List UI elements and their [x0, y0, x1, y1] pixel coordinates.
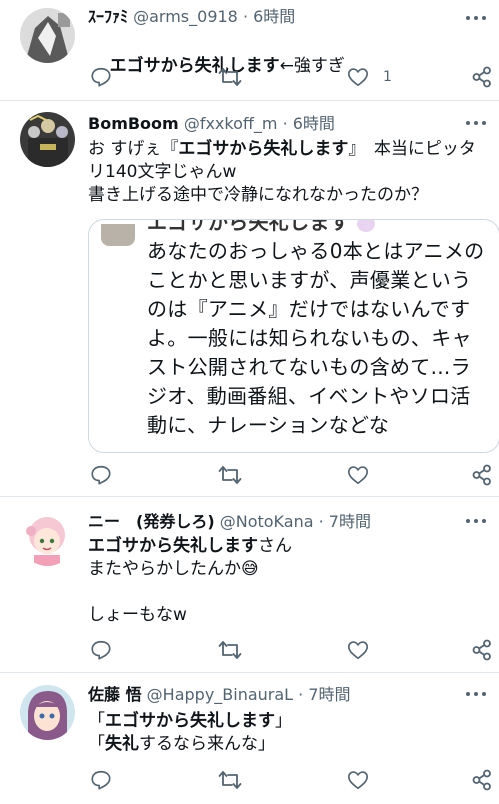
- text: さん: [258, 536, 292, 556]
- user-handle[interactable]: @fxxkoff_m: [184, 114, 278, 133]
- tweet-header: ニー (発券しろ) @NotoKana · 7時間: [88, 512, 371, 532]
- display-name[interactable]: 佐藤 悟: [88, 685, 142, 704]
- tweet-header: ｽｰﾌｧﾐ @arms_0918 · 6時間: [88, 7, 295, 27]
- timestamp[interactable]: 7時間: [329, 512, 371, 531]
- user-handle[interactable]: @Happy_BinauraL: [147, 685, 293, 704]
- display-name[interactable]: BomBoom: [88, 114, 179, 133]
- action-bar: [88, 463, 493, 487]
- tweet-2[interactable]: BomBoom @fxxkoff_m · 6時間 お すげぇ『エゴサから失礼しま…: [0, 101, 499, 497]
- text: お すげぇ『: [88, 139, 179, 159]
- action-bar: [88, 768, 493, 792]
- timestamp[interactable]: 6時間: [293, 114, 335, 133]
- tweet-text: 「エゴサから失礼します」 「失礼するなら来んな」: [88, 710, 483, 756]
- text: 「: [88, 711, 105, 731]
- retweet-icon[interactable]: [218, 65, 242, 89]
- quoted-tweet[interactable]: エゴサから失礼します あなたのおっしゃる0本とはアニメのことかと思いますが、声優…: [88, 219, 499, 453]
- text: 「: [88, 734, 105, 754]
- separator: ·: [313, 512, 329, 531]
- display-name[interactable]: ニー (発券しろ): [88, 512, 215, 531]
- tweet-1[interactable]: ｽｰﾌｧﾐ @arms_0918 · 6時間 エゴサから失礼します←強すぎ 1: [0, 0, 499, 101]
- user-handle[interactable]: @NotoKana: [220, 512, 314, 531]
- tweet-header: BomBoom @fxxkoff_m · 6時間: [88, 114, 335, 134]
- action-bar: [88, 638, 493, 662]
- text-line-1: お すげぇ『エゴサから失礼します』 本当にピッタ: [88, 138, 491, 161]
- display-name[interactable]: ｽｰﾌｧﾐ: [88, 7, 128, 26]
- like-count: 1: [383, 69, 392, 85]
- share-icon[interactable]: [472, 65, 492, 89]
- timestamp[interactable]: 6時間: [253, 7, 295, 26]
- retweet-icon[interactable]: [218, 768, 242, 792]
- tweet-header: 佐藤 悟 @Happy_BinauraL · 7時間: [88, 685, 351, 705]
- text-line-2: 「失礼するなら来んな」: [88, 733, 483, 756]
- retweet-icon[interactable]: [218, 463, 242, 487]
- text: 』 本当にピッタ: [348, 139, 476, 159]
- avatar-image: [20, 511, 75, 566]
- avatar[interactable]: [20, 685, 75, 740]
- like-icon[interactable]: [347, 66, 369, 88]
- avatar-image: [20, 8, 75, 63]
- avatar[interactable]: [20, 511, 75, 566]
- avatar-image: [20, 685, 75, 740]
- like-icon[interactable]: [347, 463, 369, 487]
- quoted-avatar: [101, 224, 135, 246]
- text-line-3: 書き上げる途中で冷静になれなかったのか？: [88, 185, 428, 205]
- tweet-text: お すげぇ『エゴサから失礼します』 本当にピッタ リ140文字じゃんw 書き上げ…: [88, 138, 491, 207]
- text-line-2: またやらかしたんか😅: [88, 558, 483, 581]
- more-icon[interactable]: [463, 10, 489, 26]
- text: またやらかしたんか: [88, 559, 241, 579]
- like-button[interactable]: 1: [347, 65, 392, 89]
- like-icon[interactable]: [347, 638, 369, 662]
- tweet-4[interactable]: 佐藤 悟 @Happy_BinauraL · 7時間 「エゴサから失礼します」 …: [0, 673, 499, 804]
- quoted-header: エゴサから失礼します: [147, 219, 489, 237]
- action-bar: 1: [88, 65, 493, 89]
- avatar[interactable]: [20, 8, 75, 63]
- text: するなら来んな」: [139, 734, 275, 754]
- separator: ·: [237, 7, 254, 26]
- text: 」: [275, 711, 292, 731]
- more-icon[interactable]: [463, 513, 489, 529]
- text-line-2: リ140文字じゃんw: [88, 162, 237, 182]
- separator: ·: [293, 685, 309, 704]
- text-bold: エゴサから失礼します: [105, 711, 275, 731]
- text-line-1: 「エゴサから失礼します」: [88, 710, 483, 733]
- text-line-3: [88, 581, 483, 604]
- sweat-smile-emoji: 😅: [241, 559, 259, 579]
- reply-icon[interactable]: [90, 65, 112, 89]
- quoted-tweet-text: エゴサから失礼します あなたのおっしゃる0本とはアニメのことかと思いますが、声優…: [147, 219, 489, 440]
- quoted-author: エゴサから失礼します: [147, 219, 350, 234]
- text-line-4: しょーもなw: [88, 605, 187, 625]
- reply-icon[interactable]: [90, 768, 112, 792]
- text-line-1: エゴサから失礼しますさん: [88, 535, 483, 558]
- share-icon[interactable]: [472, 463, 492, 487]
- share-icon[interactable]: [472, 768, 492, 792]
- more-icon[interactable]: [463, 686, 489, 702]
- avatar-image: [20, 112, 75, 167]
- retweet-icon[interactable]: [218, 638, 242, 662]
- timestamp[interactable]: 7時間: [308, 685, 350, 704]
- quoted-body: あなたのおっしゃる0本とはアニメのことかと思いますが、声優業というのは『アニメ』…: [147, 239, 485, 437]
- more-icon[interactable]: [463, 115, 489, 131]
- like-icon[interactable]: [347, 768, 369, 792]
- user-handle[interactable]: @arms_0918: [133, 7, 238, 26]
- share-icon[interactable]: [472, 638, 492, 662]
- text-bold: エゴサから失礼します: [178, 139, 349, 159]
- quoted-author-emoji: [357, 220, 376, 232]
- avatar[interactable]: [20, 112, 75, 167]
- text-bold: エゴサから失礼します: [88, 536, 258, 556]
- reply-icon[interactable]: [90, 638, 112, 662]
- reply-icon[interactable]: [90, 463, 112, 487]
- text-bold: 失礼: [105, 734, 139, 754]
- separator: ·: [277, 114, 293, 133]
- tweet-text: エゴサから失礼しますさん またやらかしたんか😅 しょーもなw: [88, 535, 483, 627]
- tweet-3[interactable]: ニー (発券しろ) @NotoKana · 7時間 エゴサから失礼しますさん ま…: [0, 497, 499, 673]
